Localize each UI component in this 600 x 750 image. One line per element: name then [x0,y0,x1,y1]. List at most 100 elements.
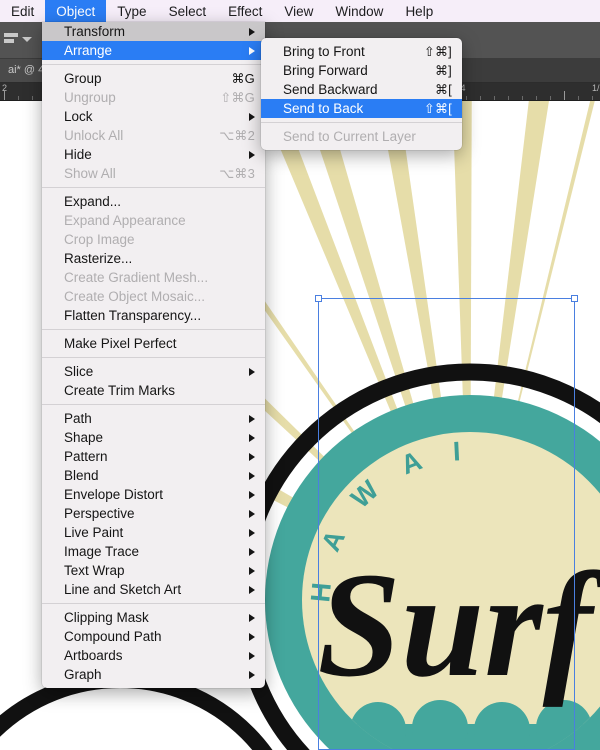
menu-item-label: Send to Current Layer [283,129,416,144]
object-menu-item-clipping-mask[interactable]: Clipping Mask [42,608,265,627]
submenu-arrow-icon [249,368,255,376]
align-icon[interactable] [4,33,18,46]
object-menu-item-path[interactable]: Path [42,409,265,428]
menu-separator [261,122,462,123]
submenu-arrow-icon [249,151,255,159]
arrange-menu-item-bring-forward[interactable]: Bring Forward ⌘] [261,61,462,80]
object-menu-item-create-object-mosaic: Create Object Mosaic... [42,287,265,306]
ruler-tick-minor [592,96,593,100]
menu-item-shortcut: ⌥⌘2 [219,127,255,143]
object-menu-item-text-wrap[interactable]: Text Wrap [42,561,265,580]
object-menu-item-create-trim-marks[interactable]: Create Trim Marks [42,381,265,400]
badge-script-surf: Surf [317,542,600,708]
object-menu-item-slice[interactable]: Slice [42,362,265,381]
object-menu-item-pattern[interactable]: Pattern [42,447,265,466]
menu-item-label: Graph [64,667,102,682]
object-menu-item-artboards[interactable]: Artboards [42,646,265,665]
menu-item-label: Compound Path [64,629,162,644]
object-menu-item-live-paint[interactable]: Live Paint [42,523,265,542]
menubar-item-type[interactable]: Type [106,0,157,22]
object-menu-item-lock[interactable]: Lock [42,107,265,126]
object-menu-item-hide[interactable]: Hide [42,145,265,164]
menu-item-label: Pattern [64,449,108,464]
object-menu-item-shape[interactable]: Shape [42,428,265,447]
menu-separator [42,357,265,358]
arrange-menu-item-send-to-back[interactable]: Send to Back ⇧⌘[ [261,99,462,118]
menu-item-shortcut: ⌘[ [434,81,452,97]
menu-item-label: Slice [64,364,94,379]
submenu-arrow-icon [249,472,255,480]
menu-item-label: Show All [64,166,116,181]
menu-item-label: Bring to Front [283,44,365,59]
menu-separator [42,329,265,330]
menu-bar[interactable]: Edit Object Type Select Effect View Window Help [0,0,600,22]
menubar-item-select[interactable]: Select [158,0,218,22]
submenu-arrow-icon [249,652,255,660]
object-menu-item-compound-path[interactable]: Compound Path [42,627,265,646]
menu-item-label: Make Pixel Perfect [64,336,177,351]
ruler-tick-minor [522,96,523,100]
menubar-item-effect[interactable]: Effect [217,0,273,22]
menu-item-shortcut: ⌥⌘3 [219,165,255,181]
object-menu-item-crop-image: Crop Image [42,230,265,249]
object-menu-item-transform[interactable]: Transform [42,22,265,41]
menu-item-label: Line and Sketch Art [64,582,182,597]
menu-separator [42,187,265,188]
menubar-item-label: Object [56,3,96,19]
menu-item-label: Text Wrap [64,563,125,578]
arrange-menu-item-send-backward[interactable]: Send Backward ⌘[ [261,80,462,99]
submenu-arrow-icon [249,548,255,556]
menu-separator [42,64,265,65]
object-menu-item-graph[interactable]: Graph [42,665,265,684]
menubar-item-view[interactable]: View [273,0,324,22]
object-menu-item-envelope-distort[interactable]: Envelope Distort [42,485,265,504]
ruler-tick-minor [578,96,579,100]
object-menu-item-image-trace[interactable]: Image Trace [42,542,265,561]
object-menu-item-group[interactable]: Group ⌘G [42,69,265,88]
menubar-item-window[interactable]: Window [324,0,394,22]
object-menu-item-rasterize[interactable]: Rasterize... [42,249,265,268]
ruler-tick-minor [536,96,537,100]
ruler-label: 2 [2,83,8,93]
object-menu[interactable]: Transform Arrange Group ⌘G Ungroup ⇧⌘G Lock Unl… [42,22,265,688]
submenu-arrow-icon [249,671,255,679]
submenu-arrow-icon [249,28,255,36]
object-menu-item-perspective[interactable]: Perspective [42,504,265,523]
object-menu-item-ungroup: Ungroup ⇧⌘G [42,88,265,107]
menu-item-label: Shape [64,430,104,445]
ruler-tick-major [564,91,565,100]
menubar-item-help[interactable]: Help [394,0,444,22]
menu-item-label: Unlock All [64,128,124,143]
menu-item-shortcut: ⇧⌘G [220,89,255,105]
menu-item-label: Expand Appearance [64,213,186,228]
arrange-menu-item-send-to-current-layer: Send to Current Layer [261,127,462,146]
chevron-down-icon[interactable] [22,37,32,42]
submenu-arrow-icon [249,567,255,575]
menu-item-shortcut: ⌘G [231,70,255,86]
menu-item-label: Perspective [64,506,135,521]
menubar-item-label: Edit [11,3,35,19]
object-menu-item-flatten-transparency[interactable]: Flatten Transparency... [42,306,265,325]
menu-item-label: Path [64,411,92,426]
menubar-item-object[interactable]: Object [45,0,107,22]
object-menu-item-blend[interactable]: Blend [42,466,265,485]
menu-item-label: Transform [64,24,126,39]
menu-item-label: Live Paint [64,525,124,540]
ruler-tick-minor [494,96,495,100]
menubar-item-edit[interactable]: Edit [0,0,45,22]
menubar-item-label: Help [405,3,434,19]
object-menu-item-line-and-sketch-art[interactable]: Line and Sketch Art [42,580,265,599]
ruler-tick-minor [32,96,33,100]
menubar-item-label: Window [335,3,384,19]
menu-item-shortcut: ⇧⌘[ [423,100,452,116]
object-menu-item-make-pixel-perfect[interactable]: Make Pixel Perfect [42,334,265,353]
object-menu-item-arrange[interactable]: Arrange [42,41,265,60]
object-menu-item-expand-appearance: Expand Appearance [42,211,265,230]
menu-item-label: Blend [64,468,99,483]
arrange-menu-item-bring-to-front[interactable]: Bring to Front ⇧⌘] [261,42,462,61]
arrange-submenu[interactable]: Bring to Front ⇧⌘] Bring Forward ⌘] Send Bac… [261,38,462,150]
object-menu-item-expand[interactable]: Expand... [42,192,265,211]
object-menu-item-show-all: Show All ⌥⌘3 [42,164,265,183]
menu-item-label: Hide [64,147,92,162]
menu-item-label: Bring Forward [283,63,368,78]
